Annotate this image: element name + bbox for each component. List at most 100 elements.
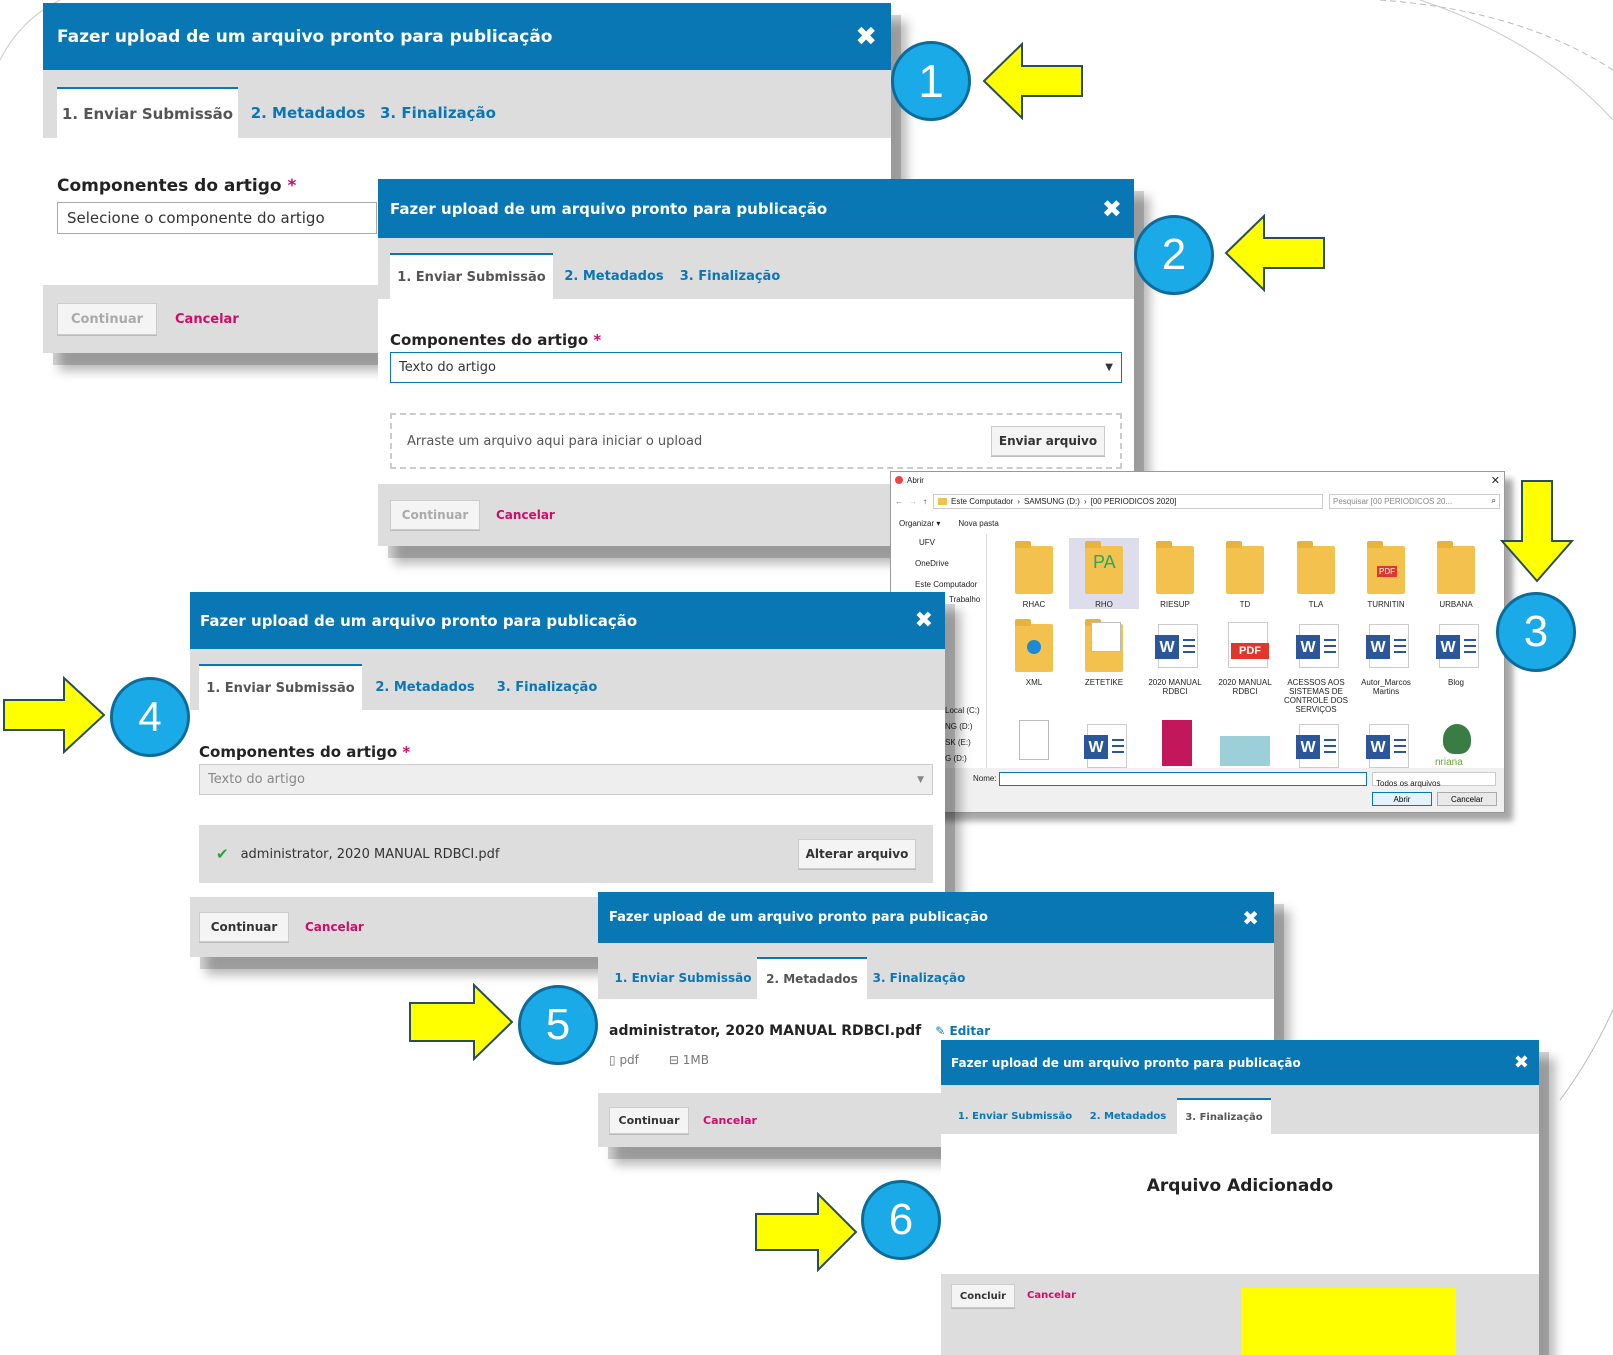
tab-metadados[interactable]: 2. Metadados	[553, 253, 675, 299]
file-name-heading: administrator, 2020 MANUAL RDBCI.pdf	[609, 1023, 922, 1039]
modal-header: Fazer upload de um arquivo pronto para p…	[941, 1040, 1539, 1085]
nav-item[interactable]: NG (D:)	[945, 722, 973, 731]
cancel-link[interactable]: Cancelar	[175, 312, 239, 327]
back-arrow-icon[interactable]: ←	[895, 497, 903, 506]
nav-item[interactable]: G (D:)	[945, 754, 967, 763]
path-segment[interactable]: [00 PERIODICOS 2020]	[1091, 497, 1177, 506]
cancel-link[interactable]: Cancelar	[703, 1114, 757, 1127]
component-select[interactable]: Texto do artigo ▼	[390, 352, 1122, 383]
file-type-filter[interactable]: Todos os arquivos	[1372, 772, 1496, 788]
file-item[interactable]: PDF TURNITIN	[1351, 540, 1421, 609]
dropzone[interactable]: Arraste um arquivo aqui para iniciar o u…	[390, 413, 1122, 469]
file-item[interactable]: W	[1069, 718, 1139, 770]
nav-item[interactable]: OneDrive	[915, 559, 949, 568]
search-box[interactable]: Pesquisar [00 PERIODICOS 20... ⌕	[1329, 493, 1500, 509]
up-arrow-icon[interactable]: ↑	[923, 497, 927, 506]
close-icon[interactable]: ✖	[1514, 1053, 1529, 1072]
tab-enviar-submissao[interactable]: 1. Enviar Submissão	[951, 1098, 1079, 1134]
file-item[interactable]: RIESUP	[1140, 540, 1210, 609]
tab-finalizacao[interactable]: 3. Finalização	[1177, 1098, 1271, 1134]
file-item[interactable]: W Autor_Marcos Martins	[1351, 618, 1421, 696]
close-icon[interactable]: ✖	[1102, 197, 1122, 221]
finish-button[interactable]: Concluir	[951, 1284, 1015, 1308]
path-segment[interactable]: Este Computador	[951, 497, 1013, 506]
file-item[interactable]: nriana	[1421, 718, 1491, 770]
file-item[interactable]: W Blog	[1421, 618, 1491, 687]
close-icon[interactable]: ✖	[855, 24, 877, 50]
file-item[interactable]: XML	[999, 618, 1069, 687]
nav-item[interactable]: SK (E:)	[945, 738, 971, 747]
drive-icon: ⊟	[668, 1053, 679, 1067]
tab-enviar-submissao[interactable]: 1. Enviar Submissão	[199, 664, 362, 710]
file-item[interactable]	[999, 718, 1069, 770]
tab-finalizacao[interactable]: 3. Finalização	[675, 253, 785, 299]
nav-item[interactable]: Este Computador	[915, 580, 977, 589]
close-icon[interactable]: ✕	[1491, 474, 1500, 487]
modal-header: Fazer upload de um arquivo pronto para p…	[190, 592, 945, 649]
file-item[interactable]: W ACESSOS AOS SISTEMAS DE CONTROLE DOS SE…	[1281, 618, 1351, 714]
component-select-value: Texto do artigo	[208, 772, 305, 787]
tab-enviar-submissao[interactable]: 1. Enviar Submissão	[390, 253, 553, 299]
yellow-arrow-left-icon	[982, 42, 1083, 120]
file-item[interactable]: W 2020 MANUAL RDBCI	[1140, 618, 1210, 696]
close-icon[interactable]: ✖	[915, 609, 933, 632]
continue-button[interactable]: Continuar	[199, 912, 289, 942]
file-item[interactable]: URBANA	[1421, 540, 1491, 609]
upload-file-button[interactable]: Enviar arquivo	[991, 426, 1105, 456]
file-item[interactable]	[1140, 718, 1210, 770]
file-item[interactable]: W	[1351, 718, 1421, 770]
folder-icon	[1226, 541, 1264, 594]
organize-menu[interactable]: Organizar ▾	[899, 519, 940, 528]
nav-item[interactable]: Trabalho	[949, 595, 980, 604]
file-item[interactable]: W	[1281, 718, 1351, 770]
dialog-cancel-button[interactable]: Cancelar	[1437, 792, 1497, 806]
open-button[interactable]: Abrir	[1372, 792, 1432, 806]
tab-metadados[interactable]: 2. Metadados	[757, 957, 867, 999]
cancel-link[interactable]: Cancelar	[496, 508, 555, 522]
yellow-arrow-right-icon	[409, 983, 514, 1061]
close-icon[interactable]: ✖	[1242, 908, 1259, 928]
continue-button[interactable]: Continuar	[609, 1106, 689, 1134]
nav-item[interactable]: Local (C:)	[945, 706, 980, 715]
continue-button[interactable]: Continuar	[57, 303, 157, 335]
file-item[interactable]: ZETETIKE	[1069, 618, 1139, 687]
address-bar[interactable]: Este Computador › SAMSUNG (D:) › [00 PER…	[933, 493, 1323, 509]
nav-item[interactable]: UFV	[919, 538, 935, 547]
tab-finalizacao[interactable]: 3. Finalização	[867, 957, 971, 999]
tab-finalizacao[interactable]: 3. Finalização	[488, 664, 606, 710]
edit-link[interactable]: ✎ Editar	[935, 1024, 990, 1038]
cancel-link[interactable]: Cancelar	[1027, 1290, 1076, 1301]
tab-enviar-submissao[interactable]: 1. Enviar Submissão	[609, 957, 757, 999]
file-item[interactable]	[1210, 718, 1280, 770]
required-mark: *	[402, 743, 411, 761]
file-item[interactable]: RHAC	[999, 540, 1069, 609]
folder-icon	[938, 497, 947, 505]
tab-bar: 1. Enviar Submissão 2. Metadados 3. Fina…	[43, 70, 891, 138]
word-icon: W	[1296, 624, 1339, 668]
file-item[interactable]: TD	[1210, 540, 1280, 609]
yellow-arrow-right-icon	[755, 1192, 858, 1272]
word-icon: W	[1296, 724, 1339, 768]
file-item[interactable]: PA RHO	[1069, 538, 1139, 609]
upload-modal-step6: Fazer upload de um arquivo pronto para p…	[941, 1040, 1539, 1355]
file-size: 1MB	[682, 1053, 710, 1067]
step-badge-2: 2	[1134, 215, 1214, 295]
continue-button[interactable]: Continuar	[390, 500, 480, 530]
tab-bar: 1. Enviar Submissão 2. Metadados 3. Fina…	[378, 238, 1134, 299]
new-folder-button[interactable]: Nova pasta	[958, 519, 998, 528]
file-item[interactable]: PDF 2020 MANUAL RDBCI	[1210, 618, 1280, 696]
component-select[interactable]: Selecione o componente do artigo	[57, 202, 377, 234]
tab-enviar-submissao[interactable]: 1. Enviar Submissão	[57, 87, 238, 138]
file-name-input[interactable]	[999, 772, 1367, 786]
tab-finalizacao[interactable]: 3. Finalização	[378, 87, 498, 138]
tab-metadados[interactable]: 2. Metadados	[362, 664, 488, 710]
cancel-link[interactable]: Cancelar	[305, 920, 364, 934]
tab-metadados[interactable]: 2. Metadados	[238, 87, 378, 138]
file-item[interactable]: TLA	[1281, 540, 1351, 609]
step-badge-3: 3	[1496, 592, 1576, 672]
path-segment[interactable]: SAMSUNG (D:)	[1024, 497, 1080, 506]
required-mark: *	[593, 331, 602, 349]
forward-arrow-icon[interactable]: →	[909, 497, 917, 506]
change-file-button[interactable]: Alterar arquivo	[798, 839, 916, 869]
tab-metadados[interactable]: 2. Metadados	[1079, 1098, 1177, 1134]
